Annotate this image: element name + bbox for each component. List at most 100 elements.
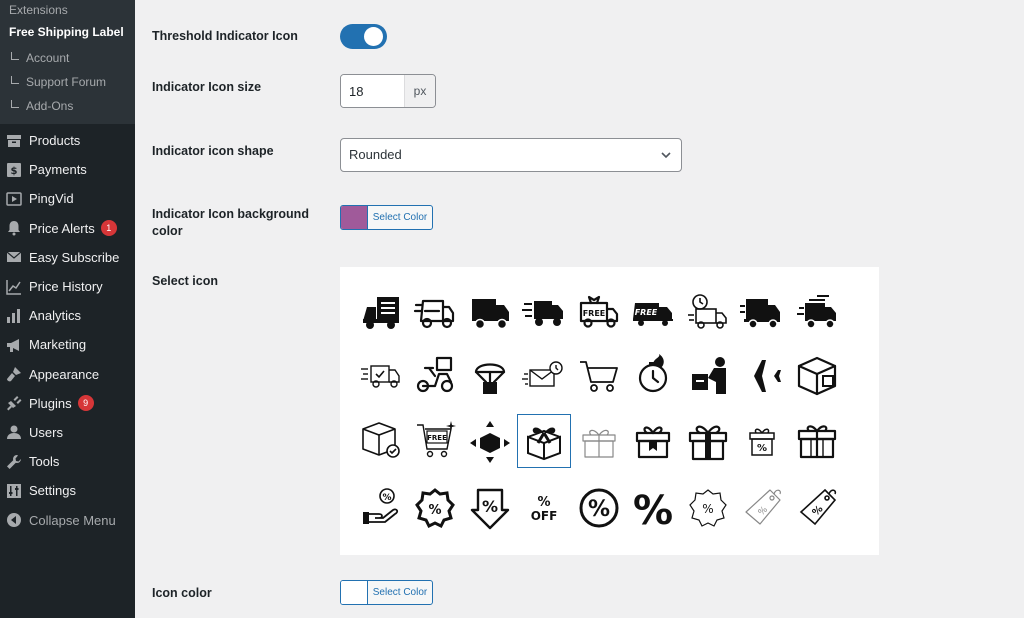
sidebar-item-analytics[interactable]: Analytics	[0, 301, 135, 330]
svg-text:%: %	[482, 497, 498, 516]
icon-option[interactable]	[681, 286, 735, 340]
video-icon	[6, 191, 22, 207]
icon-option[interactable]: %	[626, 481, 680, 535]
svg-text:%: %	[811, 504, 826, 519]
sidebar-item-label: Easy Subscribe	[29, 249, 120, 265]
gift-big-icon	[688, 425, 728, 461]
svg-text:%: %	[702, 502, 713, 516]
icon-option[interactable]: %	[572, 481, 626, 535]
envelope-icon	[6, 249, 22, 265]
sidebar-item-appearance[interactable]: Appearance	[0, 360, 135, 389]
icon-option[interactable]	[681, 414, 735, 468]
svg-text:%: %	[588, 497, 610, 522]
icon-option[interactable]	[463, 414, 517, 468]
icon-option[interactable]	[572, 349, 626, 403]
icon-option[interactable]	[408, 349, 462, 403]
arrow-percent-icon: %	[470, 488, 510, 530]
sidebar-item-label: PingVid	[29, 191, 74, 207]
wrench-icon	[6, 454, 22, 470]
sidebar-item-payments[interactable]: $ Payments	[0, 155, 135, 184]
gift-percent-icon: %	[749, 428, 775, 456]
icon-option[interactable]: %	[735, 414, 789, 468]
sidebar-item-products[interactable]: Products	[0, 126, 135, 155]
icon-option[interactable]: %	[408, 481, 462, 535]
icon-color-picker-button[interactable]: Select Color	[340, 580, 433, 605]
bg-color-picker-button[interactable]: Select Color	[340, 205, 433, 230]
icon-option[interactable]	[790, 414, 844, 468]
collapse-menu-button[interactable]: Collapse Menu	[0, 505, 135, 534]
icon-option[interactable]: %	[354, 481, 408, 535]
submenu-current-page[interactable]: Free Shipping Label	[0, 18, 135, 46]
icon-option[interactable]: %	[463, 481, 517, 535]
sidebar-item-label: Tools	[29, 454, 60, 470]
icon-option[interactable]	[790, 349, 844, 403]
icon-option[interactable]: FREE	[626, 286, 680, 340]
icon-option[interactable]	[517, 349, 571, 403]
notification-badge: 9	[77, 395, 94, 412]
icon-size-input[interactable]	[341, 75, 404, 107]
threshold-indicator-toggle[interactable]	[340, 24, 387, 49]
percent-large-icon: %	[633, 488, 673, 530]
fast-clock-icon	[638, 354, 668, 393]
sidebar-item-tools[interactable]: Tools	[0, 447, 135, 476]
sidebar-item-pingvid[interactable]: PingVid	[0, 184, 135, 213]
bell-icon	[6, 220, 22, 236]
icon-option[interactable]	[354, 414, 408, 468]
icon-option[interactable]: %	[790, 481, 844, 535]
box-check-icon	[362, 422, 400, 458]
icon-option[interactable]: % OFF	[517, 481, 571, 535]
sidebar-item-price-history[interactable]: Price History	[0, 272, 135, 301]
icon-option[interactable]	[517, 414, 571, 468]
icon-option[interactable]	[681, 349, 735, 403]
svg-text:%: %	[757, 443, 767, 454]
icon-option[interactable]: %	[735, 481, 789, 535]
icon-size-label: Indicator Icon size	[152, 80, 262, 94]
icon-shape-select[interactable]: Rounded	[340, 138, 682, 172]
icon-option[interactable]	[408, 286, 462, 340]
percent-off-icon: %OFF	[531, 495, 558, 523]
icon-option[interactable]	[572, 414, 626, 468]
admin-menu: Products $ Payments PingVid Price Alerts…	[0, 124, 135, 535]
toggle-knob	[364, 27, 383, 46]
price-tag-outline-icon: %	[745, 489, 781, 525]
icon-option[interactable]	[463, 349, 517, 403]
icon-option[interactable]	[354, 349, 408, 403]
submenu-item-support-forum[interactable]: Support Forum	[0, 70, 135, 94]
icon-option[interactable]: FREE	[572, 286, 626, 340]
icon-option[interactable]	[626, 349, 680, 403]
sidebar-item-price-alerts[interactable]: Price Alerts 1	[0, 214, 135, 243]
submenu-item-add-ons[interactable]: Add-Ons	[0, 94, 135, 118]
sidebar-item-settings[interactable]: Settings	[0, 476, 135, 505]
truck-speed-icon	[522, 301, 563, 326]
settings-panel: Threshold Indicator Icon Indicator Icon …	[135, 0, 1024, 618]
icon-option[interactable]	[463, 286, 517, 340]
archive-icon	[6, 133, 22, 149]
sidebar-item-label: Analytics	[29, 308, 82, 324]
icon-option[interactable]	[517, 286, 571, 340]
box-arrows-icon	[470, 421, 510, 463]
svg-text:%: %	[382, 493, 391, 503]
submenu-item-account[interactable]: Account	[0, 46, 135, 70]
sidebar-item-plugins[interactable]: Plugins 9	[0, 389, 135, 418]
icon-option[interactable]: FREE	[408, 414, 462, 468]
cart-icon	[580, 361, 618, 392]
tree-branch-icon	[11, 76, 19, 84]
size-unit-label: px	[404, 75, 435, 107]
submenu-extensions-link[interactable]: Extensions	[0, 0, 135, 18]
gift-ribbon-icon	[797, 425, 837, 459]
svg-text:FREE: FREE	[583, 309, 606, 318]
gift-outline-icon	[582, 429, 616, 458]
icon-option[interactable]	[735, 349, 789, 403]
free-cart-icon: FREE	[417, 421, 456, 458]
icon-option[interactable]	[790, 286, 844, 340]
sidebar-item-easy-subscribe[interactable]: Easy Subscribe	[0, 243, 135, 272]
icon-option[interactable]	[735, 286, 789, 340]
icon-option[interactable]	[626, 414, 680, 468]
bg-color-swatch	[341, 206, 368, 229]
free-truck-icon: FREE	[633, 303, 673, 326]
icon-option[interactable]: %	[681, 481, 735, 535]
icon-option[interactable]	[354, 286, 408, 340]
select-color-label: Select Color	[372, 212, 428, 223]
sidebar-item-users[interactable]: Users	[0, 418, 135, 447]
sidebar-item-marketing[interactable]: Marketing	[0, 330, 135, 359]
